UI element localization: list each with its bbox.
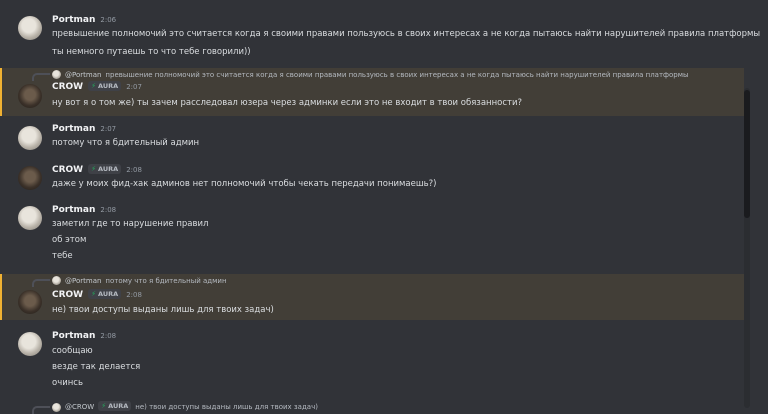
reply-author[interactable]: @CROW xyxy=(65,403,94,411)
message-text: заметил где то нарушение правил xyxy=(52,219,209,229)
message: @Portman потому что я бдительный админ C… xyxy=(0,274,744,320)
bolt-icon: ⚡ xyxy=(91,290,97,298)
timestamp: 2:07 xyxy=(126,83,142,91)
avatar[interactable] xyxy=(18,166,42,190)
reply-text: потому что я бдительный админ xyxy=(105,276,227,285)
message: Portman 2:08 сообщаю везде так делается … xyxy=(0,326,744,390)
message-text: даже у моих фид-хак админов нет полномоч… xyxy=(52,179,437,189)
message-text: не) твои доступы выданы лишь для твоих з… xyxy=(52,305,274,315)
bolt-icon: ⚡ xyxy=(101,402,107,410)
avatar[interactable] xyxy=(18,84,42,108)
message-text: тебе xyxy=(52,251,73,261)
author-name[interactable]: CROW xyxy=(52,82,83,92)
timestamp: 2:08 xyxy=(126,291,142,299)
reply-preview[interactable]: @CROW ⚡ AURA не) твои доступы выданы лишь… xyxy=(52,401,318,412)
message-text: ну вот я о том же) ты зачем расследовал … xyxy=(52,98,523,108)
badge-label: AURA xyxy=(108,402,129,410)
author-name[interactable]: CROW xyxy=(52,165,83,175)
author-name[interactable]: Portman xyxy=(52,331,95,341)
message: @CROW ⚡ AURA не) твои доступы выданы лишь… xyxy=(0,400,744,414)
avatar[interactable] xyxy=(18,290,42,314)
chat-messages: Portman 2:06 превышение полномочий это с… xyxy=(0,0,760,414)
timestamp: 2:06 xyxy=(100,16,117,24)
message-text: ты немного путаешь то что тебе говорили)… xyxy=(52,47,251,57)
avatar[interactable] xyxy=(18,16,42,40)
author-name[interactable]: Portman xyxy=(52,124,95,134)
scrollbar-thumb[interactable] xyxy=(744,90,750,218)
reply-text: не) твои доступы выданы лишь для твоих з… xyxy=(135,403,318,411)
reply-avatar xyxy=(52,276,61,285)
avatar[interactable] xyxy=(18,332,42,356)
clan-badge[interactable]: ⚡ AURA xyxy=(88,164,122,174)
badge-label: AURA xyxy=(98,165,119,173)
reply-spine xyxy=(32,279,50,287)
reply-spine xyxy=(32,73,50,81)
message-text: об этом xyxy=(52,235,87,245)
message-text: очинсь xyxy=(52,378,83,388)
message: Portman 2:06 превышение полномочий это с… xyxy=(0,8,760,66)
message: CROW ⚡ AURA 2:08 даже у моих фид-хак адми… xyxy=(0,160,744,198)
author-name[interactable]: Portman xyxy=(52,15,95,25)
timestamp: 2:07 xyxy=(100,125,117,133)
timestamp: 2:08 xyxy=(100,332,117,340)
reply-text: превышение полномочий это считается когд… xyxy=(105,70,689,79)
badge-label: AURA xyxy=(98,290,119,298)
reply-author[interactable]: @Portman xyxy=(65,71,101,79)
clan-badge[interactable]: ⚡ AURA xyxy=(98,401,132,411)
reply-author[interactable]: @Portman xyxy=(65,277,101,285)
message: @Portman превышение полномочий это счита… xyxy=(0,68,744,116)
clan-badge[interactable]: ⚡ AURA xyxy=(88,289,122,299)
bolt-icon: ⚡ xyxy=(91,165,97,173)
message-text: потому что я бдительный админ xyxy=(52,138,200,148)
reply-preview[interactable]: @Portman потому что я бдительный админ xyxy=(52,276,227,285)
avatar[interactable] xyxy=(18,126,42,150)
reply-avatar xyxy=(52,70,61,79)
message-text: превышение полномочий это считается когд… xyxy=(52,29,761,39)
message-text: сообщаю xyxy=(52,346,93,356)
message: Portman 2:08 заметил где то нарушение пр… xyxy=(0,202,744,268)
clan-badge[interactable]: ⚡ AURA xyxy=(88,81,122,91)
author-name[interactable]: CROW xyxy=(52,290,83,300)
message-text: везде так делается xyxy=(52,362,141,372)
author-name[interactable]: Portman xyxy=(52,205,95,215)
reply-avatar xyxy=(52,402,61,412)
timestamp: 2:08 xyxy=(126,166,142,174)
message: Portman 2:07 потому что я бдительный адм… xyxy=(0,118,744,156)
avatar[interactable] xyxy=(18,206,42,230)
timestamp: 2:08 xyxy=(100,206,117,214)
badge-label: AURA xyxy=(98,82,119,90)
bolt-icon: ⚡ xyxy=(91,82,97,90)
reply-preview[interactable]: @Portman превышение полномочий это счита… xyxy=(52,70,689,79)
